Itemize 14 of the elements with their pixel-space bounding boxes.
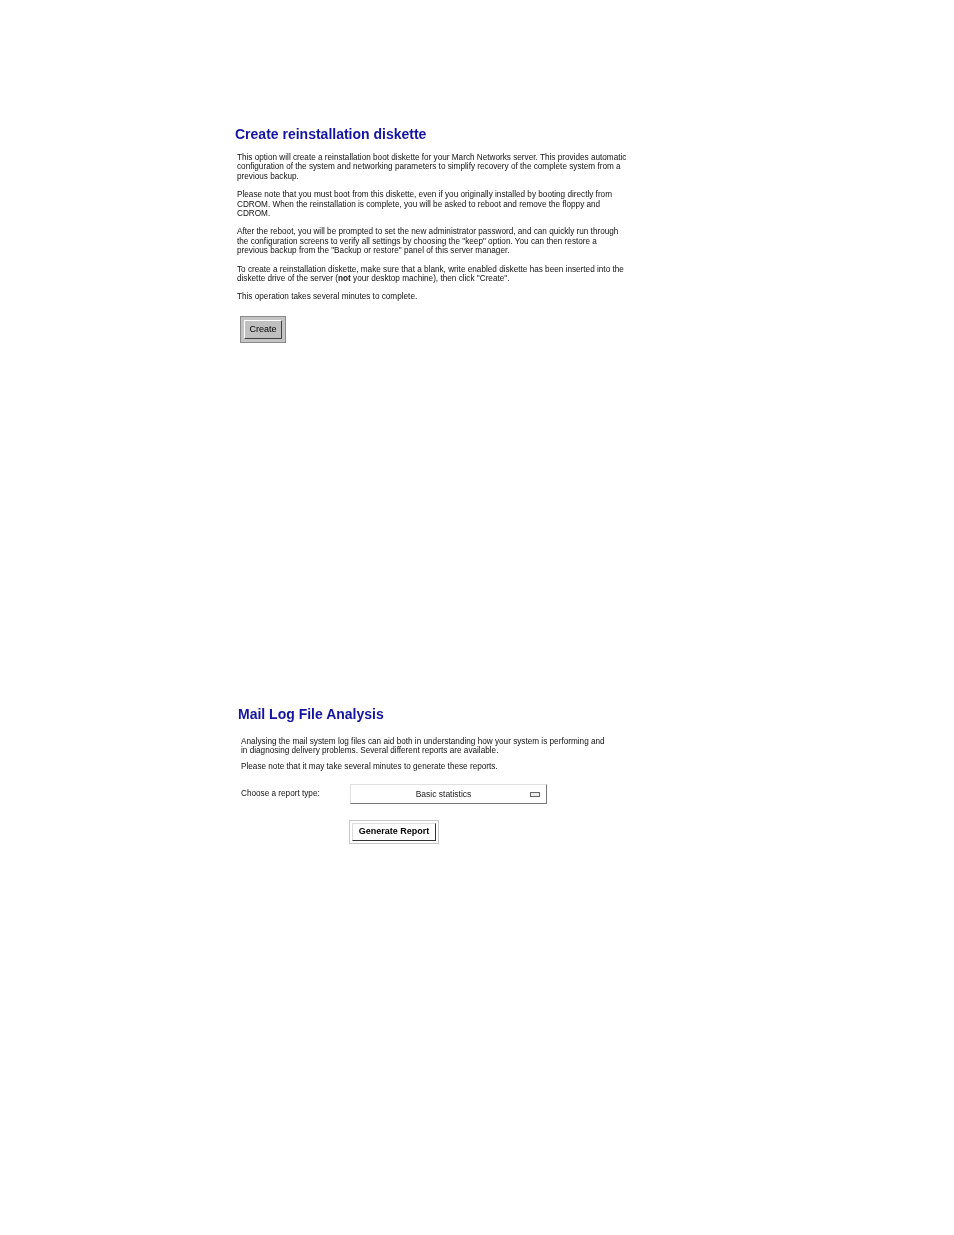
create-button[interactable]: Create xyxy=(240,315,286,343)
paragraph: Please note that it may take several minutes to generate these reports. xyxy=(241,761,499,772)
paragraph: This operation takes several minutes to complete. xyxy=(237,292,419,302)
section-heading: Create reinstallation diskette xyxy=(235,125,427,143)
paragraph: After the reboot, you will be prompted to set the new administrator password, and can quickly run through the configuration screens to verify all settings by choosing the "keep" option. You can then restore a previous backup from the "Backup or restore" panel of this server manager. xyxy=(237,227,620,256)
paragraph: Analysing the mail system log files can aid both in understanding how your system is performing and in diagnosing delivery problems. Several different reports are available. xyxy=(241,737,606,756)
section-heading: Mail Log File Analysis xyxy=(238,705,384,723)
paragraph: To create a reinstallation diskette, make sure that a blank, write enabled diskette has been inserted into the diskette drive of the server (not your desktop machine), then click "Create". xyxy=(237,264,625,284)
paragraph: This option will create a reinstallation boot diskette for your March Networks server. This provides automatic configuration of the system and networking parameters to simplify recovery of the complete system from a previous backup. xyxy=(237,153,628,182)
generate-report-button[interactable]: Generate Report xyxy=(349,820,439,845)
field-label: Choose a report type: xyxy=(241,788,321,801)
report-type-select[interactable]: Basic statistics xyxy=(350,784,547,805)
paragraph: Please note that you must boot from this diskette, even if you originally installed by booting directly from CDROM. When the reinstallation is complete, you will be asked to reboot and remove the floppy and CDROM. xyxy=(237,190,613,219)
option-indicator-icon xyxy=(530,791,540,797)
